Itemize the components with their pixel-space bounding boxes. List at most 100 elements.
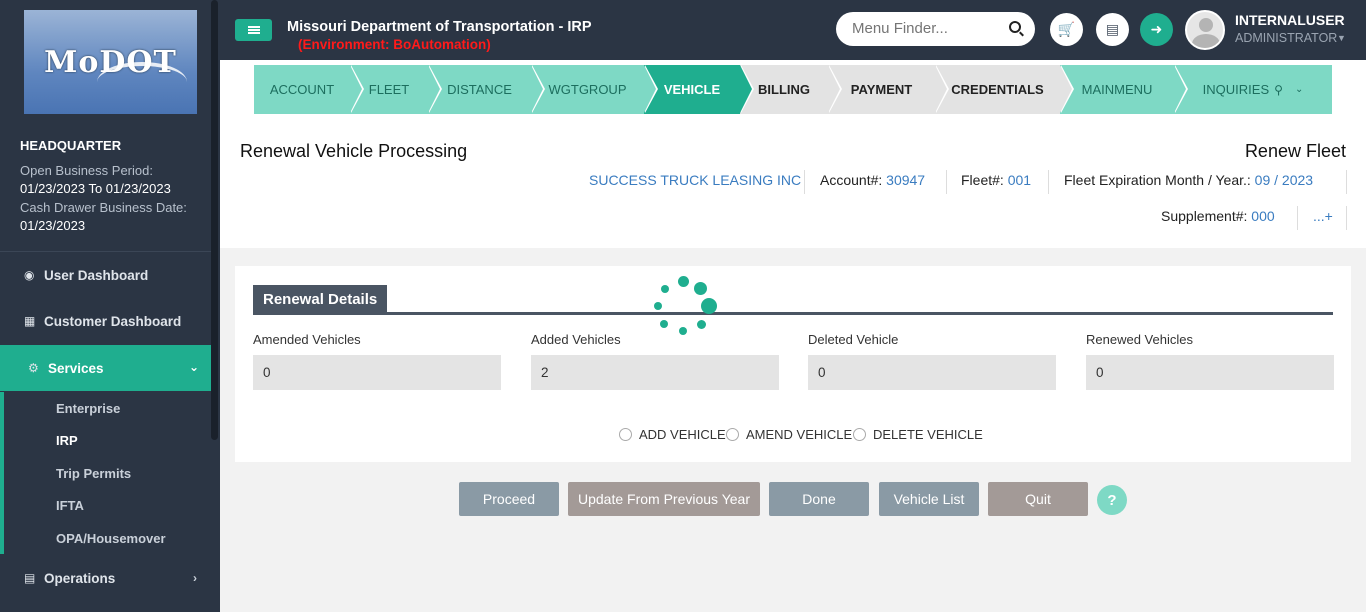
grid-icon: ▦: [24, 314, 36, 328]
chevron-down-icon: ⌄: [1294, 84, 1304, 95]
fleet-info: Fleet#: 001: [961, 172, 1031, 188]
divider: [1297, 206, 1298, 230]
avatar[interactable]: [1185, 10, 1225, 50]
step-label: ACCOUNT: [269, 82, 335, 97]
cart-button[interactable]: 🛒: [1050, 13, 1083, 46]
added-vehicles-field[interactable]: [531, 355, 779, 390]
step-label: CREDENTIALS: [951, 82, 1044, 97]
divider: [1048, 170, 1049, 194]
expiration-value: 09 / 2023: [1254, 172, 1314, 188]
step-label: BILLING: [758, 82, 810, 97]
supplement-number[interactable]: 000: [1251, 208, 1274, 224]
open-business-period-label: Open Business Period:: [20, 162, 153, 178]
amend-vehicle-radio[interactable]: [726, 428, 739, 441]
step-mainmenu[interactable]: MAINMENU: [1060, 65, 1188, 114]
chevron-right-icon: ›: [193, 571, 197, 585]
sidebar-subitem-trip-permits[interactable]: Trip Permits: [56, 466, 131, 481]
step-vehicle[interactable]: VEHICLE: [644, 65, 754, 114]
operations-icon: ▤: [24, 571, 36, 585]
search-icon[interactable]: [1009, 21, 1021, 33]
deleted-vehicle-field[interactable]: [808, 355, 1056, 390]
account-number[interactable]: 30947: [886, 172, 925, 188]
delete-vehicle-label: DELETE VEHICLE: [873, 427, 983, 442]
sidebar-subitem-enterprise[interactable]: Enterprise: [56, 401, 120, 416]
step-distance[interactable]: DISTANCE: [428, 65, 545, 114]
modot-logo[interactable]: MoDOT: [24, 10, 197, 114]
supplement-info: Supplement#: 000: [1161, 208, 1275, 224]
sidebar-item-user-dashboard[interactable]: ◉ User Dashboard: [0, 252, 211, 298]
help-button[interactable]: ?: [1097, 485, 1127, 515]
divider: [804, 170, 805, 194]
divider: [1346, 170, 1347, 194]
menu-finder[interactable]: [836, 12, 1035, 46]
more-info-link[interactable]: ...+: [1313, 208, 1333, 224]
sidebar-item-operations[interactable]: ▤ Operations ›: [0, 555, 211, 601]
dashboard-icon: ◉: [24, 268, 35, 282]
search-icon: ⚲: [1274, 82, 1283, 97]
amend-vehicle-option[interactable]: AMEND VEHICLE: [726, 427, 852, 442]
top-header: Missouri Department of Transportation - …: [220, 0, 1366, 60]
add-vehicle-label: ADD VEHICLE: [639, 427, 726, 442]
sidebar-subitem-ifta[interactable]: IFTA: [56, 498, 84, 513]
step-payment[interactable]: PAYMENT: [828, 65, 949, 114]
vehicle-list-button[interactable]: Vehicle List: [879, 482, 979, 516]
amend-vehicle-label: AMEND VEHICLE: [746, 427, 853, 442]
user-name[interactable]: INTERNALUSER: [1235, 12, 1345, 28]
step-label: FLEET: [368, 82, 410, 97]
menu-toggle-button[interactable]: [235, 19, 272, 41]
chevron-down-icon: ⌄: [188, 360, 199, 374]
add-vehicle-radio[interactable]: [619, 428, 632, 441]
deleted-vehicle-label: Deleted Vehicle: [808, 332, 899, 347]
cart-icon: 🛒: [1057, 21, 1076, 37]
proceed-button[interactable]: Proceed: [459, 482, 559, 516]
sidebar-item-label: Operations: [44, 570, 116, 586]
update-from-previous-year-button[interactable]: Update From Previous Year: [568, 482, 760, 516]
caret-down-icon[interactable]: ▼: [1337, 33, 1346, 43]
delete-vehicle-option[interactable]: DELETE VEHICLE: [853, 427, 983, 442]
company-name[interactable]: SUCCESS TRUCK LEASING INC: [589, 172, 801, 188]
fleet-number[interactable]: 001: [1008, 172, 1031, 188]
step-inquiries[interactable]: INQUIRIES ⚲ ⌄: [1174, 65, 1332, 114]
sidebar-scrollbar[interactable]: [211, 0, 218, 440]
sidebar-item-services[interactable]: ⚙ Services ⌄: [0, 345, 211, 391]
delete-vehicle-radio[interactable]: [853, 428, 866, 441]
sidebar-item-customer-dashboard[interactable]: ▦ Customer Dashboard: [0, 298, 211, 344]
sidebar-subitem-opa-housemover[interactable]: OPA/Housemover: [56, 531, 166, 546]
org-name: HEADQUARTER: [20, 138, 122, 153]
sidebar-subitem-irp[interactable]: IRP: [56, 433, 78, 448]
open-business-period-value: 01/23/2023 To 01/23/2023: [20, 181, 171, 196]
add-vehicle-option[interactable]: ADD VEHICLE: [619, 427, 726, 442]
expiration-info: Fleet Expiration Month / Year.: 09 / 202…: [1064, 172, 1313, 188]
logout-button[interactable]: ➜: [1140, 13, 1173, 46]
sidebar-item-label: Customer Dashboard: [44, 313, 182, 329]
page-title: Renewal Vehicle Processing: [240, 141, 468, 161]
step-label: VEHICLE: [663, 82, 721, 97]
amended-vehicles-field[interactable]: [253, 355, 501, 390]
done-button[interactable]: Done: [769, 482, 869, 516]
step-account[interactable]: ACCOUNT: [254, 65, 364, 114]
divider: [946, 170, 947, 194]
cash-drawer-value: 01/23/2023: [20, 218, 86, 233]
divider: [1346, 206, 1347, 230]
renewed-vehicles-label: Renewed Vehicles: [1086, 332, 1193, 347]
menu-finder-input[interactable]: [852, 20, 1002, 37]
quit-button[interactable]: Quit: [988, 482, 1088, 516]
logo-swoosh-icon: [97, 62, 187, 102]
sidebar-item-label: User Dashboard: [44, 267, 149, 283]
step-label: INQUIRIES: [1202, 82, 1270, 97]
step-label: DISTANCE: [447, 82, 512, 97]
step-wgtgroup[interactable]: WGTGROUP: [531, 65, 658, 114]
cash-drawer-label: Cash Drawer Business Date:: [20, 199, 187, 215]
environment-label: (Environment: BoAutomation): [298, 37, 491, 52]
step-label: MAINMENU: [1081, 82, 1153, 97]
heading-underline: [253, 312, 1333, 315]
page-mode-title: Renew Fleet: [1244, 141, 1346, 161]
renewal-details-heading: Renewal Details: [253, 285, 388, 314]
services-submenu: Enterprise IRP Trip Permits IFTA OPA/Hou…: [0, 392, 211, 554]
gears-icon: ⚙: [28, 361, 39, 375]
user-role[interactable]: ADMINISTRATOR: [1235, 31, 1337, 45]
step-credentials[interactable]: CREDENTIALS: [935, 65, 1074, 114]
account-info: Account#: 30947: [820, 172, 925, 188]
desktop-button[interactable]: ▤: [1096, 13, 1129, 46]
renewed-vehicles-field[interactable]: [1086, 355, 1334, 390]
